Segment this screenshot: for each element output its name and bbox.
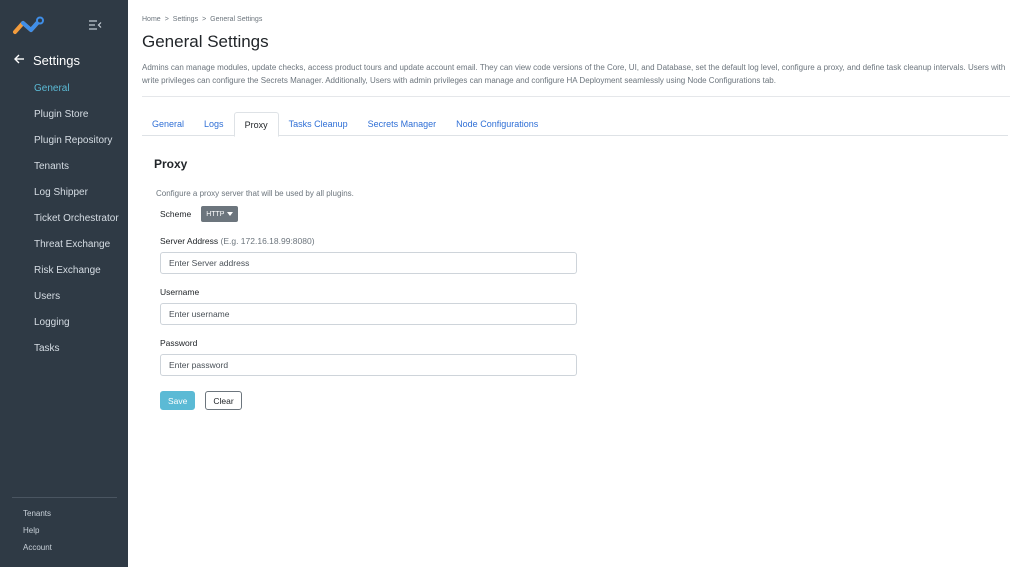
tab-tasks-cleanup[interactable]: Tasks Cleanup: [279, 112, 358, 136]
sidebar-title: Settings: [33, 52, 80, 68]
username-label: Username: [160, 287, 200, 297]
scheme-value: HTTP: [206, 210, 225, 218]
sidebar-item-general[interactable]: General: [34, 80, 119, 106]
server-address-label-text: Server Address: [160, 236, 219, 246]
server-address-input[interactable]: [160, 252, 577, 274]
sidebar-item-ticket-orchestrator[interactable]: Ticket Orchestrator: [34, 210, 119, 236]
header-divider: [142, 96, 1010, 97]
sidebar-item-risk-exchange[interactable]: Risk Exchange: [34, 262, 119, 288]
breadcrumb-separator: >: [202, 16, 207, 23]
clear-button[interactable]: Clear: [205, 391, 242, 410]
brand-logo-icon[interactable]: [12, 16, 44, 36]
username-input[interactable]: [160, 303, 577, 325]
proxy-section-title: Proxy: [154, 157, 188, 171]
sidebar-item-users[interactable]: Users: [34, 288, 119, 314]
sidebar-item-threat-exchange[interactable]: Threat Exchange: [34, 236, 119, 262]
footer-item-account[interactable]: Account: [23, 542, 52, 559]
scheme-label: Scheme: [160, 209, 192, 219]
sidebar-divider: [12, 497, 117, 498]
collapse-sidebar-icon[interactable]: [88, 18, 102, 32]
settings-tabs: General Logs Proxy Tasks Cleanup Secrets…: [142, 112, 1008, 137]
save-button[interactable]: Save: [160, 391, 196, 410]
arrow-left-icon: [14, 51, 25, 69]
sidebar-footer: Tenants Help Account: [23, 508, 52, 559]
sidebar-nav: General Plugin Store Plugin Repository T…: [34, 80, 119, 366]
caret-down-icon: [227, 211, 234, 218]
page-description: Admins can manage modules, update checks…: [142, 63, 1006, 85]
tab-node-configurations[interactable]: Node Configurations: [446, 112, 548, 136]
proxy-section-description: Configure a proxy server that will be us…: [156, 189, 354, 198]
breadcrumb-home[interactable]: Home: [142, 16, 161, 23]
main-content: Home > Settings > General Settings Gener…: [142, 0, 1012, 567]
sidebar: Settings General Plugin Store Plugin Rep…: [0, 0, 128, 567]
footer-item-help[interactable]: Help: [23, 525, 52, 542]
sidebar-item-logging[interactable]: Logging: [34, 314, 119, 340]
back-to-settings[interactable]: Settings: [14, 51, 80, 69]
breadcrumb: Home > Settings > General Settings: [142, 16, 262, 23]
form-actions: Save Clear: [160, 391, 242, 410]
tab-secrets-manager[interactable]: Secrets Manager: [358, 112, 447, 136]
sidebar-item-log-shipper[interactable]: Log Shipper: [34, 184, 119, 210]
sidebar-item-tasks[interactable]: Tasks: [34, 340, 119, 366]
sidebar-item-tenants[interactable]: Tenants: [34, 158, 119, 184]
sidebar-item-plugin-repository[interactable]: Plugin Repository: [34, 132, 119, 158]
tab-logs[interactable]: Logs: [194, 112, 234, 136]
server-address-hint: (E.g. 172.16.18.99:8080): [220, 236, 315, 246]
tab-proxy[interactable]: Proxy: [233, 112, 279, 137]
page-title: General Settings: [142, 32, 269, 51]
sidebar-item-plugin-store[interactable]: Plugin Store: [34, 106, 119, 132]
tab-general[interactable]: General: [142, 112, 194, 136]
password-input[interactable]: [160, 354, 577, 376]
footer-item-tenants[interactable]: Tenants: [23, 508, 52, 525]
breadcrumb-current: General Settings: [210, 16, 263, 23]
password-label: Password: [160, 338, 198, 348]
scheme-dropdown[interactable]: HTTP: [201, 206, 239, 222]
scheme-row: Scheme HTTP: [160, 206, 239, 222]
breadcrumb-settings[interactable]: Settings: [173, 16, 198, 23]
server-address-label: Server Address (E.g. 172.16.18.99:8080): [160, 236, 315, 246]
breadcrumb-separator: >: [164, 16, 169, 23]
